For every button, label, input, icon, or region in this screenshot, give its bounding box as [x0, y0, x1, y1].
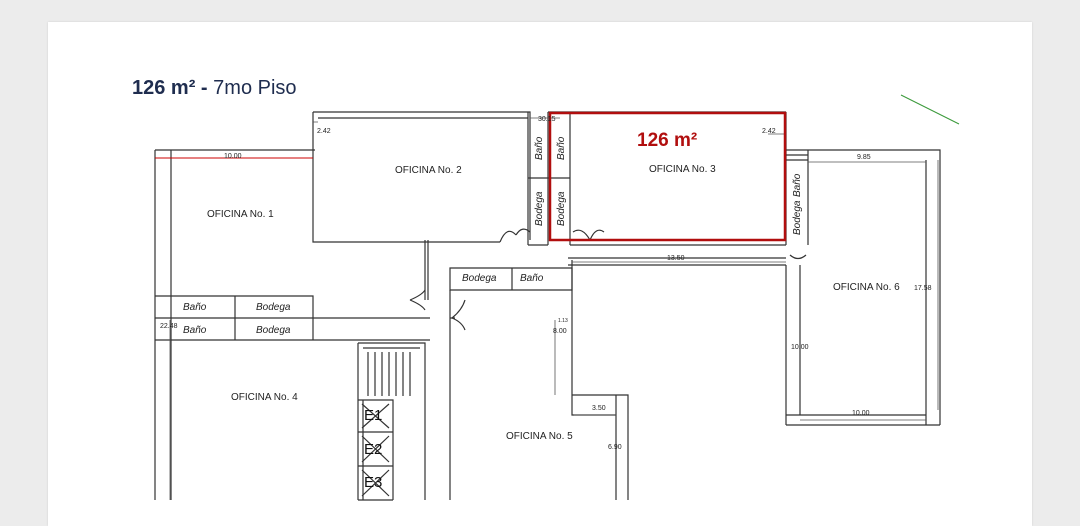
dim-30-15: 30.15: [538, 116, 556, 123]
office-4-label: OFICINA No. 4: [231, 392, 298, 403]
room-bano-2: Baño: [183, 325, 207, 336]
floor-plan: OFICINA No. 1 OFICINA No. 2 OFICINA No. …: [154, 94, 960, 501]
dim-8-00: 8.00: [553, 328, 567, 335]
room-bano-3: Baño: [520, 273, 544, 284]
dim-22-48: 22.48: [160, 323, 178, 330]
dim-2-42-right: 2.42: [762, 128, 776, 135]
dim-17-58: 17.58: [914, 285, 932, 292]
highlight-area-label: 126 m²: [637, 130, 697, 151]
office-2-label: OFICINA No. 2: [395, 165, 462, 176]
elevator-3-label: E3: [364, 474, 382, 491]
dim-6-90: 6.90: [608, 444, 622, 451]
annotation-line-green: [900, 94, 960, 125]
dim-9-85: 9.85: [857, 154, 871, 161]
room-bodega-2: Bodega: [256, 325, 291, 336]
dim-13-50: 13.50: [667, 255, 685, 262]
room-bano-6: Baño: [792, 173, 803, 197]
office-3-label: OFICINA No. 3: [649, 164, 716, 175]
dim-10-00-mid: 10.00: [791, 344, 809, 351]
elevator-2-label: E2: [364, 441, 382, 458]
dim-3-50: 3.50: [592, 405, 606, 412]
room-bodega-6: Bodega: [792, 200, 803, 235]
room-bano-5: Baño: [556, 136, 567, 160]
room-bano-1: Baño: [183, 302, 207, 313]
office-6-label: OFICINA No. 6: [833, 282, 900, 293]
room-bano-4: Baño: [534, 136, 545, 160]
dim-2-42-left: 2.42: [317, 128, 331, 135]
dim-10-00-top: 10.00: [224, 153, 242, 160]
office-5-label: OFICINA No. 5: [506, 431, 573, 442]
room-bodega-1: Bodega: [256, 302, 291, 313]
office-1-label: OFICINA No. 1: [207, 209, 274, 220]
room-bodega-5: Bodega: [556, 191, 567, 226]
dim-10-00-bottom: 10.00: [852, 410, 870, 417]
elevator-1-label: E1: [364, 407, 382, 424]
room-bodega-4: Bodega: [534, 191, 545, 226]
room-bodega-3: Bodega: [462, 273, 497, 284]
dim-1-13: 1.13: [558, 318, 568, 324]
